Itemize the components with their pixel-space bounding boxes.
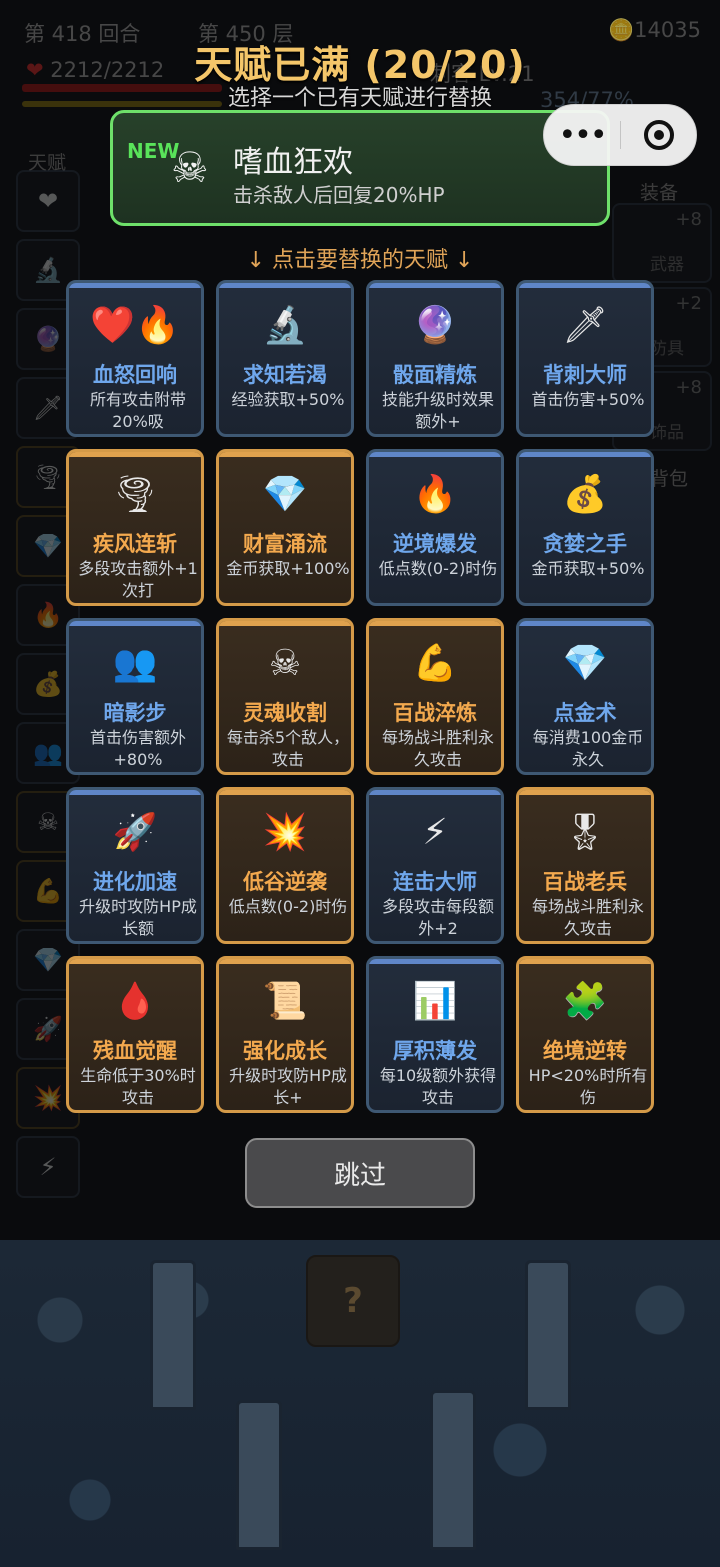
talent-card[interactable]: 🔬 求知若渴经验获取+50%: [216, 280, 354, 437]
talent-name: 百战老兵: [543, 870, 627, 894]
new-talent-desc: 击杀敌人后回复20%HP: [233, 183, 445, 207]
talent-desc: 每消费100金币永久: [532, 728, 644, 769]
explosion-icon: 💥: [262, 812, 308, 853]
talent-desc: 每击杀5个敌人，攻击: [226, 728, 350, 769]
new-talent-name: 嗜血狂欢: [233, 145, 353, 180]
talent-desc: 每场战斗胜利永久攻击: [531, 897, 644, 938]
talent-card[interactable]: ☠ 灵魂收割每击杀5个敌人，攻击: [216, 618, 354, 775]
more-menu-button[interactable]: •••: [544, 105, 620, 165]
talent-name: 暗影步: [103, 701, 167, 725]
grid-items-icon: 🧩: [562, 981, 608, 1022]
talent-name: 连击大师: [393, 870, 477, 894]
talent-card[interactable]: ⚡ 连击大师多段攻击每段额外+2: [366, 787, 504, 944]
talent-name: 血怒回响: [93, 363, 177, 387]
talent-name: 进化加速: [93, 870, 177, 894]
talent-desc: HP<20%时所有伤: [528, 1066, 648, 1107]
talent-name: 绝境逆转: [543, 1039, 627, 1063]
talent-name: 点金术: [553, 701, 617, 725]
flame-icon: 🔥: [412, 474, 458, 515]
shadow-figures-icon: 👥: [112, 643, 158, 684]
talent-desc: 技能升级时效果额外+: [381, 390, 494, 431]
tornado-icon: 🌪: [112, 474, 158, 515]
close-miniprogram-button[interactable]: [621, 105, 697, 165]
flexed-arm-icon: 💪: [412, 643, 458, 684]
talent-name: 灵魂收割: [243, 701, 327, 725]
blood-drop-icon: 🩸: [112, 981, 158, 1022]
more-dots-icon: •••: [558, 117, 607, 153]
talent-card[interactable]: 📊 厚积薄发每10级额外获得攻击: [366, 956, 504, 1113]
scroll-icon: 📜: [262, 981, 308, 1022]
game-background: ? 第 418 回合 第 450 层 🪙14035 ❤ 2212/2212 刺客…: [0, 0, 720, 1567]
talent-card[interactable]: 💥 低谷逆袭低点数(0-2)时伤: [216, 787, 354, 944]
skull-crossbones-icon: ☠: [171, 143, 209, 192]
talent-name: 残血觉醒: [93, 1039, 177, 1063]
lightning-icon: ⚡: [422, 812, 448, 853]
gem-icon: 💎: [262, 474, 308, 515]
talent-card[interactable]: 🚀 进化加速升级时攻防HP成长额: [66, 787, 204, 944]
heart-fire-icon: ❤️🔥: [90, 305, 180, 346]
mystery-box: ?: [306, 1255, 400, 1347]
skip-button[interactable]: 跳过: [245, 1138, 475, 1208]
talent-desc: 多段攻击每段额外+2: [381, 897, 494, 938]
talent-name: 背刺大师: [543, 363, 627, 387]
talent-desc: 首击伤害+50%: [531, 390, 645, 409]
talent-desc: 金币获取+100%: [226, 559, 350, 578]
talent-desc: 低点数(0-2)时伤: [228, 897, 348, 916]
talent-card[interactable]: 🧩 绝境逆转 HP<20%时所有伤: [516, 956, 654, 1113]
medal-icon: 🎖: [562, 812, 608, 853]
talent-desc: 每10级额外获得攻击: [379, 1066, 497, 1107]
talent-card[interactable]: 🎖 百战老兵每场战斗胜利永久攻击: [516, 787, 654, 944]
talent-card[interactable]: 👥 暗影步首击伤害额外+80%: [66, 618, 204, 775]
obelisk: [236, 1400, 282, 1550]
microscope-icon: 🔬: [262, 305, 308, 346]
rocket-icon: 🚀: [112, 812, 158, 853]
crystal-ball-icon: 🔮: [412, 305, 458, 346]
talent-desc: 多段攻击额外+1次打: [78, 559, 198, 600]
talent-name: 求知若渴: [243, 363, 327, 387]
talent-name: 低谷逆袭: [243, 870, 327, 894]
talent-card[interactable]: 🗡 背刺大师首击伤害+50%: [516, 280, 654, 437]
talent-card[interactable]: 💰 贪婪之手金币获取+50%: [516, 449, 654, 606]
obelisk: [150, 1260, 196, 1410]
question-mark-icon: ?: [343, 1281, 363, 1321]
talent-card[interactable]: 💪 百战淬炼每场战斗胜利永久攻击: [366, 618, 504, 775]
talent-card[interactable]: 📜 强化成长升级时攻防HP成长+: [216, 956, 354, 1113]
gem-icon: 💎: [562, 643, 608, 684]
talent-desc: 生命低于30%时攻击: [80, 1066, 196, 1107]
talent-desc: 经验获取+50%: [231, 390, 345, 409]
talent-desc: 每场战斗胜利永久攻击: [381, 728, 494, 769]
replace-hint: ↓ 点击要替换的天赋 ↓: [246, 248, 474, 273]
talent-name: 财富涌流: [243, 532, 327, 556]
obelisk: [430, 1390, 476, 1550]
chart-icon: 📊: [412, 981, 458, 1022]
target-icon: [644, 120, 674, 150]
talent-desc: 所有攻击附带20%吸: [89, 390, 186, 431]
talent-card[interactable]: 🩸 残血觉醒生命低于30%时攻击: [66, 956, 204, 1113]
talent-card[interactable]: ❤️🔥 血怒回响所有攻击附带20%吸: [66, 280, 204, 437]
money-bag-icon: 💰: [562, 474, 608, 515]
skull-icon: ☠: [268, 643, 302, 684]
talent-name: 骰面精炼: [393, 363, 477, 387]
talent-card[interactable]: 🔮 骰面精炼技能升级时效果额外+: [366, 280, 504, 437]
talent-desc: 升级时攻防HP成长+: [229, 1066, 347, 1107]
obelisk: [525, 1260, 571, 1410]
talent-name: 贪婪之手: [543, 532, 627, 556]
talent-name: 强化成长: [243, 1039, 327, 1063]
miniprogram-capsule: •••: [543, 104, 697, 166]
talent-card[interactable]: 🌪 疾风连斩多段攻击额外+1次打: [66, 449, 204, 606]
new-talent-card: NEW ☠ 嗜血狂欢 击杀敌人后回复20%HP: [110, 110, 610, 226]
dagger-icon: 🗡: [562, 305, 608, 346]
talent-name: 百战淬炼: [393, 701, 477, 725]
talent-desc: 金币获取+50%: [531, 559, 645, 578]
talent-desc: 升级时攻防HP成长额: [79, 897, 197, 938]
talent-name: 疾风连斩: [93, 532, 177, 556]
talent-card[interactable]: 🔥 逆境爆发低点数(0-2)时伤: [366, 449, 504, 606]
talent-desc: 低点数(0-2)时伤: [378, 559, 498, 578]
talent-name: 厚积薄发: [393, 1039, 477, 1063]
talent-card[interactable]: 💎 点金术每消费100金币永久: [516, 618, 654, 775]
talent-name: 逆境爆发: [393, 532, 477, 556]
talent-card[interactable]: 💎 财富涌流金币获取+100%: [216, 449, 354, 606]
talent-desc: 首击伤害额外+80%: [89, 728, 186, 769]
